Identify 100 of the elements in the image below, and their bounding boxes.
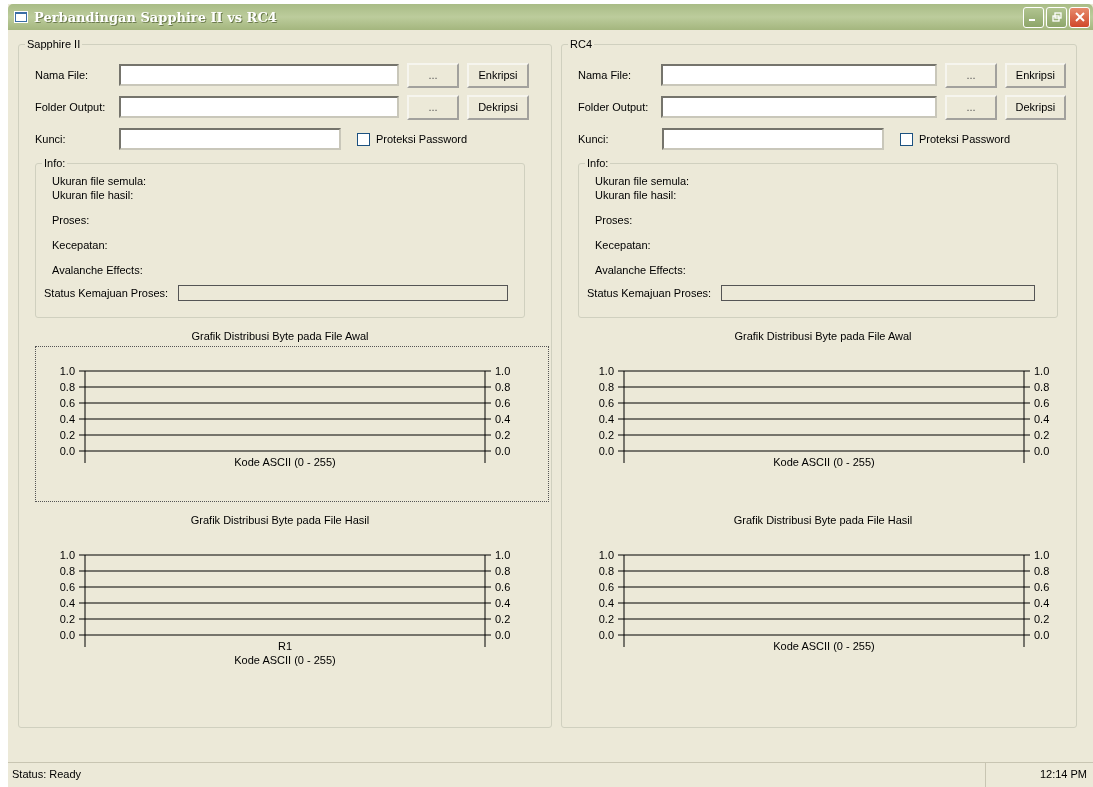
action-button[interactable]: Enkripsi [1004, 62, 1066, 88]
chart-title: Grafik Distribusi Byte pada File Awal [190, 330, 370, 344]
tick-label: 0.8 [59, 565, 75, 577]
tick-label: 1.0 [598, 549, 614, 561]
checkbox-label[interactable]: Proteksi Password [376, 133, 468, 145]
minimize-button[interactable] [1023, 6, 1044, 28]
field-label: Folder Output: [35, 101, 107, 113]
tick-label: 0.6 [59, 397, 75, 409]
field-label: Folder Output: [578, 101, 650, 113]
restore-button[interactable] [1046, 6, 1067, 28]
window-app-icon [14, 11, 28, 23]
browse-button[interactable]: ... [407, 94, 459, 120]
tick-label: 0.0 [59, 445, 75, 457]
checkbox[interactable] [900, 132, 913, 146]
info-label: Ukuran file semula: [52, 174, 148, 188]
axis-title: Kode ASCII (0 - 255) [234, 654, 336, 666]
input-field[interactable] [119, 64, 399, 86]
axis-title: Kode ASCII (0 - 255) [773, 456, 875, 468]
close-button[interactable] [1069, 6, 1090, 28]
group-title: RC4 [568, 38, 594, 50]
status-text: Status: Ready [8, 763, 986, 787]
tick-label: 0.2 [59, 429, 75, 441]
tick-label: 1.0 [59, 365, 75, 377]
info-label: Ukuran file hasil: [52, 188, 135, 202]
tick-label: 0.0 [59, 629, 75, 641]
tick-label: 0.4 [1034, 413, 1050, 425]
tick-label: 0.2 [598, 429, 614, 441]
info-title: Info: [42, 157, 68, 169]
tick-label: 1.0 [1034, 365, 1050, 377]
chart-title: Grafik Distribusi Byte pada File Hasil [189, 514, 371, 528]
input-field[interactable] [660, 64, 938, 86]
tick-label: 0.4 [495, 597, 511, 609]
tick-label: 0.6 [598, 397, 614, 409]
tick-label: 0.6 [495, 581, 511, 593]
tick-label: 0.4 [59, 413, 75, 425]
chart-title: Grafik Distribusi Byte pada File Hasil [732, 514, 914, 528]
tick-label: 1.0 [59, 549, 75, 561]
info-label: Avalanche Effects: [52, 263, 144, 277]
tick-label: 0.0 [598, 629, 614, 641]
tick-label: 0.2 [1034, 429, 1050, 441]
info-title: Info: [585, 157, 611, 169]
tick-label: 0.4 [1034, 597, 1050, 609]
key-field[interactable] [119, 128, 341, 150]
tick-label: 0.0 [598, 445, 614, 457]
restore-icon [1051, 12, 1062, 22]
input-field[interactable] [119, 96, 399, 118]
tick-label: 0.2 [598, 613, 614, 625]
info-label: Avalanche Effects: [595, 263, 687, 277]
action-button[interactable]: Dekripsi [1004, 94, 1066, 120]
tick-label: 0.0 [495, 629, 511, 641]
tick-label: 0.8 [59, 381, 75, 393]
info-label: Kecepatan: [595, 238, 652, 252]
tick-label: 0.8 [495, 381, 511, 393]
axis-title: Kode ASCII (0 - 255) [234, 456, 336, 468]
tick-label: 0.8 [1034, 381, 1050, 393]
progress-label: Status Kemajuan Proses: [587, 287, 712, 299]
tick-label: 0.6 [59, 581, 75, 593]
chart[interactable]: 0.0 0.0 0.2 0.2 0.4 0.4 0.6 0.6 0.8 0.8 1.0 1.0 Kode ASCII (0 - 255) [35, 346, 549, 502]
key-field[interactable] [662, 128, 884, 150]
tick-label: 0.6 [495, 397, 511, 409]
category-label: R1 [277, 640, 293, 652]
chart[interactable]: 0.0 0.0 0.2 0.2 0.4 0.4 0.6 0.6 0.8 0.8 1.0 1.0 Kode ASCII (0 - 255) [578, 346, 1068, 502]
tick-label: 0.4 [598, 413, 614, 425]
tick-label: 0.6 [1034, 581, 1050, 593]
minimize-icon [1029, 19, 1035, 21]
chart[interactable]: 0.0 0.0 0.2 0.2 0.4 0.4 0.6 0.6 0.8 0.8 1.0 1.0 R1 Kode ASCII (0 - 255) [35, 530, 549, 686]
tick-label: 0.8 [1034, 565, 1050, 577]
checkbox[interactable] [357, 132, 370, 146]
action-button[interactable]: Enkripsi [467, 62, 529, 88]
tick-label: 1.0 [1034, 549, 1050, 561]
browse-button[interactable]: ... [945, 94, 997, 120]
status-time: 12:14 PM [1038, 767, 1088, 782]
browse-button[interactable]: ... [407, 62, 459, 88]
info-label: Ukuran file hasil: [595, 188, 678, 202]
field-label: Nama File: [578, 69, 633, 81]
close-icon [1074, 12, 1085, 22]
input-field[interactable] [660, 96, 938, 118]
tick-label: 0.0 [1034, 445, 1050, 457]
field-label: Nama File: [35, 69, 90, 81]
tick-label: 1.0 [495, 549, 511, 561]
tick-label: 0.2 [495, 429, 511, 441]
window-title: Perbandingan Sapphire II vs RC4 [34, 9, 278, 25]
tick-label: 0.2 [1034, 613, 1050, 625]
info-label: Ukuran file semula: [595, 174, 691, 188]
tick-label: 0.4 [495, 413, 511, 425]
tick-label: 1.0 [598, 365, 614, 377]
tick-label: 0.4 [59, 597, 75, 609]
browse-button[interactable]: ... [945, 62, 997, 88]
tick-label: 0.2 [495, 613, 511, 625]
field-label: Kunci: [35, 133, 67, 145]
tick-label: 0.0 [1034, 629, 1050, 641]
action-button[interactable]: Dekripsi [467, 94, 529, 120]
tick-label: 0.2 [59, 613, 75, 625]
checkbox-label[interactable]: Proteksi Password [919, 133, 1011, 145]
tick-label: 1.0 [495, 365, 511, 377]
chart[interactable]: 0.0 0.0 0.2 0.2 0.4 0.4 0.6 0.6 0.8 0.8 1.0 1.0 Kode ASCII (0 - 255) [578, 530, 1068, 686]
tick-label: 0.4 [598, 597, 614, 609]
field-label: Kunci: [578, 133, 610, 145]
progress-label: Status Kemajuan Proses: [44, 287, 169, 299]
group-title: Sapphire II [25, 38, 83, 50]
